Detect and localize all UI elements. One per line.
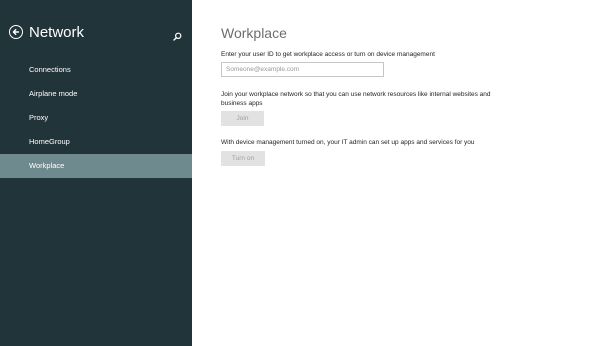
sidebar-item-label: Connections: [29, 65, 71, 74]
sidebar-item-label: Workplace: [29, 161, 65, 170]
back-arrow-icon[interactable]: [9, 25, 23, 39]
search-icon[interactable]: [173, 28, 182, 41]
sidebar: Network Connections Airplane mode Proxy …: [0, 0, 192, 346]
sidebar-item-homegroup[interactable]: HomeGroup: [0, 130, 192, 154]
sidebar-item-workplace[interactable]: Workplace: [0, 154, 192, 178]
page-title: Workplace: [221, 25, 287, 41]
sidebar-title: Network: [29, 24, 85, 41]
sidebar-item-label: Proxy: [29, 113, 49, 122]
turn-on-button[interactable]: Turn on: [221, 151, 265, 166]
join-button[interactable]: Join: [221, 111, 264, 126]
sidebar-item-connections[interactable]: Connections: [0, 58, 192, 82]
sidebar-item-label: HomeGroup: [29, 137, 70, 146]
sidebar-item-airplane-mode[interactable]: Airplane mode: [0, 82, 192, 106]
device-management-label: With device management turned on, your I…: [221, 139, 475, 146]
join-description-line2: business apps: [221, 100, 263, 107]
join-description-line1: Join your workplace network so that you …: [221, 91, 491, 98]
sidebar-item-proxy[interactable]: Proxy: [0, 106, 192, 130]
user-id-label: Enter your user ID to get workplace acce…: [221, 51, 435, 58]
sidebar-item-label: Airplane mode: [29, 89, 78, 98]
user-id-input[interactable]: [221, 62, 384, 77]
